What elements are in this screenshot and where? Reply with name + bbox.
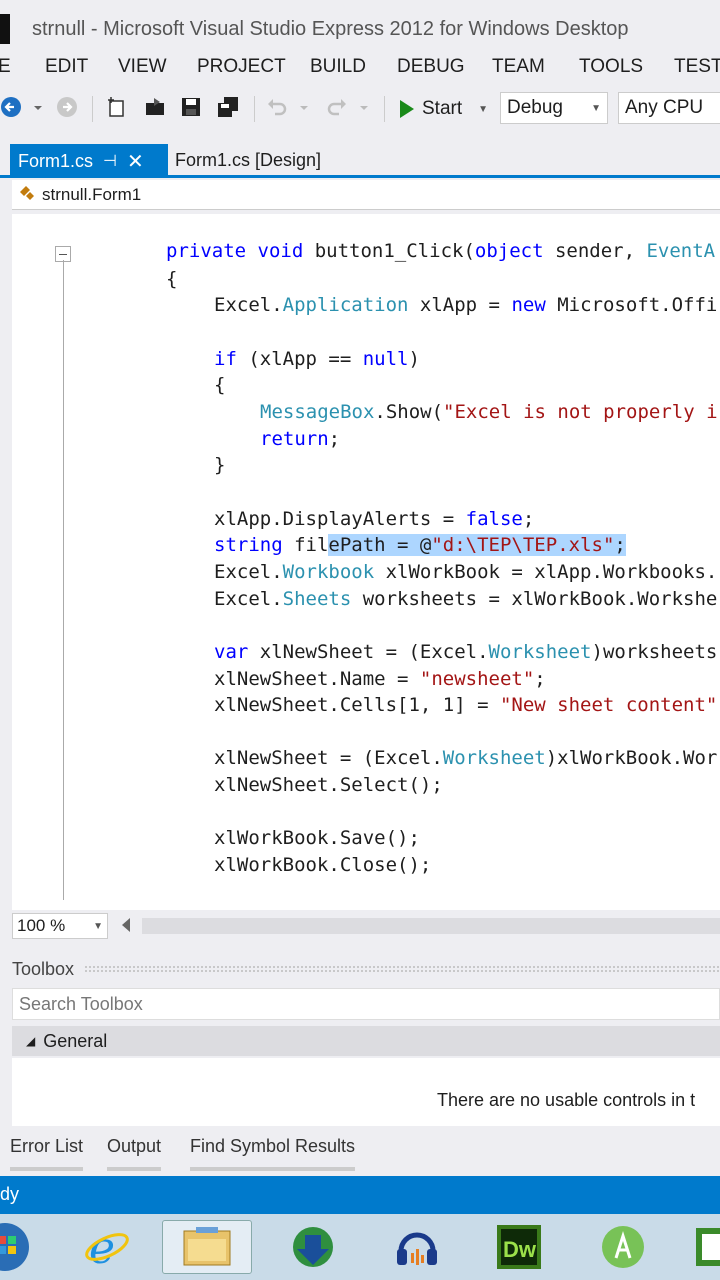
save-all-icon[interactable] — [216, 96, 238, 118]
standard-toolbar: Start ▼ Debug ▼ Any CPU — [0, 88, 720, 130]
code-line: xlApp.DisplayAlerts = false; — [214, 508, 535, 530]
platform-dropdown[interactable]: Any CPU — [618, 92, 720, 124]
horizontal-scrollbar[interactable] — [142, 918, 720, 934]
code-line: xlNewSheet.Select(); — [214, 774, 443, 796]
code-line: Excel.Sheets worksheets = xlWorkBook.Wor… — [214, 588, 718, 610]
code-line: xlNewSheet.Name = "newsheet"; — [214, 668, 546, 690]
start-debugging-button[interactable]: Start ▼ — [400, 94, 488, 124]
close-icon[interactable]: ✕ — [127, 149, 144, 174]
status-bar: dy — [0, 1176, 720, 1214]
code-line: xlWorkBook.Save(); — [214, 827, 420, 849]
pin-icon[interactable]: ⊣ — [103, 151, 117, 171]
toolbox-empty-message: There are no usable controls in t — [437, 1090, 696, 1110]
start-orb-icon[interactable] — [0, 1220, 34, 1274]
start-label: Start — [422, 98, 463, 119]
menu-build[interactable]: BUILD — [310, 56, 366, 78]
chevron-down-icon[interactable] — [298, 96, 310, 118]
new-project-icon[interactable] — [106, 96, 128, 118]
class-path: strnull.Form1 — [42, 184, 142, 204]
code-editor[interactable]: private void button1_Click(object sender… — [12, 214, 720, 910]
app-icon[interactable] — [690, 1220, 720, 1274]
toolbox-title: Toolbox — [12, 958, 75, 979]
code-line: return; — [260, 428, 341, 450]
class-icon — [18, 183, 36, 206]
zoom-value: 100 % — [17, 916, 66, 935]
visual-studio-logo-icon — [0, 14, 10, 44]
code-line: { — [214, 374, 226, 396]
chevron-down-icon: ▼ — [591, 102, 601, 114]
code-line: if (xlApp == null) — [214, 348, 420, 370]
tab-form1-cs[interactable]: Form1.cs ⊣ ✕ — [10, 144, 168, 178]
status-text: dy — [0, 1184, 20, 1204]
menu-test[interactable]: TEST — [674, 56, 720, 78]
windows-taskbar: e Dw — [0, 1214, 720, 1280]
undo-icon[interactable] — [266, 96, 288, 118]
menu-tools[interactable]: TOOLS — [579, 56, 643, 78]
open-file-icon[interactable] — [144, 96, 166, 118]
audio-editor-icon[interactable] — [388, 1220, 446, 1274]
editor-zoom-bar: 100 % ▼ — [12, 912, 720, 940]
toolbox-group-general[interactable]: ◢ General — [12, 1026, 720, 1056]
play-icon — [400, 100, 414, 118]
tab-error-list[interactable]: Error List — [10, 1136, 84, 1171]
code-line: } — [214, 454, 226, 476]
code-line: xlWorkBook.Close(); — [214, 854, 432, 876]
collapse-triangle-icon: ◢ — [26, 1034, 36, 1048]
toolbox-search-input[interactable]: Search Toolbox — [12, 988, 720, 1020]
menu-project[interactable]: PROJECT — [197, 56, 286, 78]
scroll-left-icon[interactable] — [122, 918, 130, 932]
configuration-value: Debug — [507, 97, 563, 118]
class-navigation-bar[interactable]: strnull.Form1 — [12, 180, 720, 210]
tab-output[interactable]: Output — [107, 1136, 162, 1171]
configuration-dropdown[interactable]: Debug ▼ — [500, 92, 608, 124]
toolbox-header: Toolbox — [12, 955, 720, 983]
panel-grip[interactable] — [84, 965, 720, 973]
chevron-down-icon: ▼ — [478, 103, 489, 115]
tab-find-symbol-results[interactable]: Find Symbol Results — [190, 1136, 356, 1171]
code-line: var xlNewSheet = (Excel.Worksheet)worksh… — [214, 641, 718, 663]
dreamweaver-icon[interactable]: Dw — [490, 1220, 548, 1274]
navigate-forward-icon[interactable] — [56, 96, 78, 118]
android-studio-icon[interactable] — [594, 1220, 652, 1274]
platform-value: Any CPU — [625, 97, 704, 118]
chevron-down-icon: ▼ — [93, 920, 103, 932]
svg-text:Dw: Dw — [503, 1237, 537, 1262]
menu-team[interactable]: TEAM — [492, 56, 545, 78]
menu-edit[interactable]: EDIT — [45, 56, 88, 78]
redo-icon[interactable] — [326, 96, 348, 118]
file-explorer-icon[interactable] — [162, 1220, 252, 1274]
code-line: Excel.Workbook xlWorkBook = xlApp.Workbo… — [214, 561, 718, 583]
menu-bar: E EDIT VIEW PROJECT BUILD DEBUG TEAM TOO… — [0, 50, 720, 86]
save-icon[interactable] — [180, 96, 202, 118]
download-manager-icon[interactable] — [284, 1220, 342, 1274]
code-line: MessageBox.Show("Excel is not properly i — [260, 401, 718, 423]
menu-file[interactable]: E — [0, 56, 11, 78]
zoom-dropdown[interactable]: 100 % ▼ — [12, 913, 108, 939]
bottom-panel-tabs: Error List Output Find Symbol Results — [0, 1130, 720, 1174]
tab-form1-design[interactable]: Form1.cs [Design] — [175, 150, 321, 171]
window-title: strnull - Microsoft Visual Studio Expres… — [32, 18, 629, 40]
chevron-down-icon[interactable] — [32, 96, 44, 118]
code-line: { — [166, 268, 178, 290]
code-line: xlNewSheet.Cells[1, 1] = "New sheet cont… — [214, 694, 718, 716]
navigate-back-icon[interactable] — [0, 96, 22, 118]
toolbox-group-label: General — [43, 1030, 108, 1051]
toolbox-body: There are no usable controls in t — [12, 1058, 720, 1126]
code-line: string filePath = @"d:\TEP\TEP.xls"; — [214, 534, 626, 556]
menu-debug[interactable]: DEBUG — [397, 56, 465, 78]
menu-view[interactable]: VIEW — [118, 56, 167, 78]
code-line: Excel.Application xlApp = new Microsoft.… — [214, 294, 718, 316]
document-tabs: Form1.cs ⊣ ✕ Form1.cs [Design] — [0, 140, 720, 178]
internet-explorer-icon[interactable]: e — [78, 1220, 136, 1274]
chevron-down-icon[interactable] — [358, 96, 370, 118]
code-line: xlNewSheet = (Excel.Worksheet)xlWorkBook… — [214, 747, 718, 769]
tab-label: Form1.cs — [18, 150, 94, 171]
code-line: private void button1_Click(object sender… — [166, 240, 716, 262]
